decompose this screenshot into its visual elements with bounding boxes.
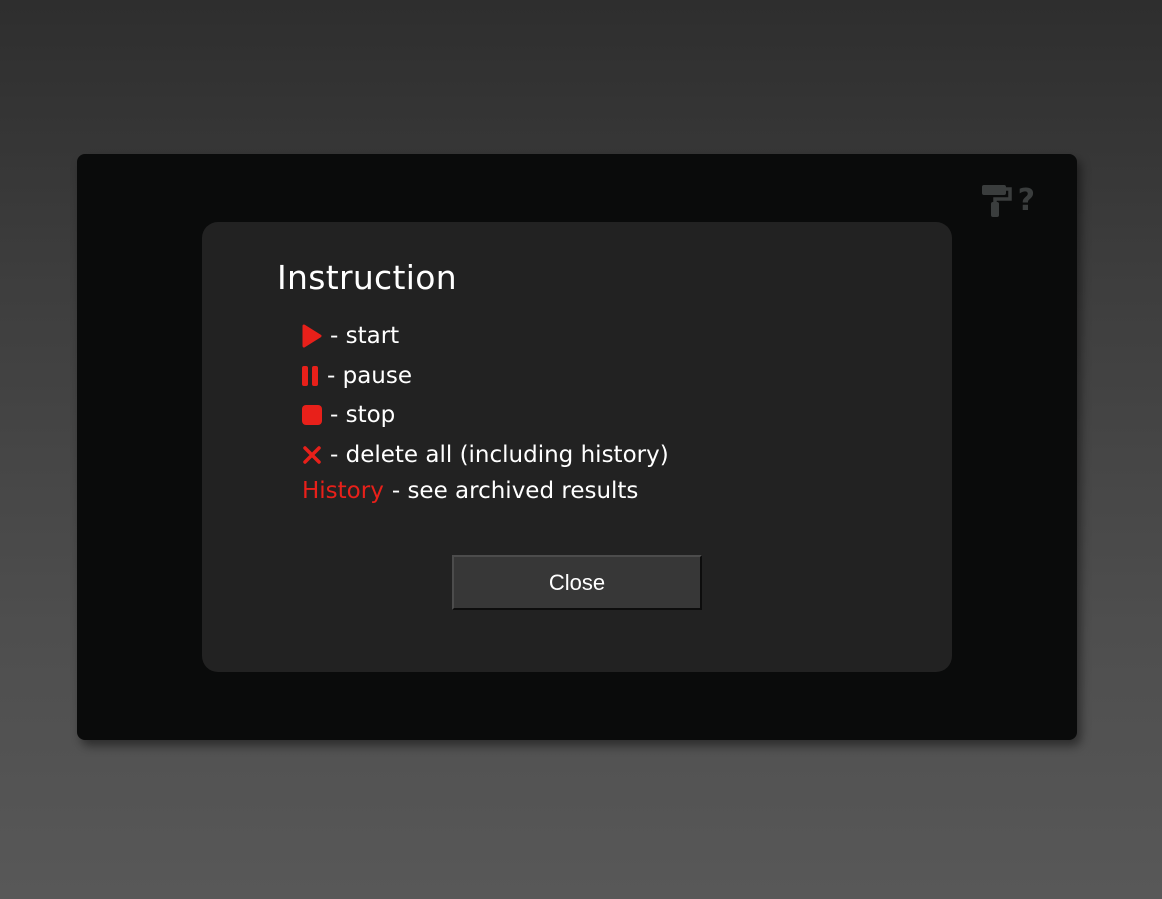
- instruction-item-delete: - delete all (including history): [302, 439, 669, 471]
- toolbar: ?: [981, 184, 1035, 218]
- instruction-text: - start: [330, 323, 400, 349]
- instruction-item-start: - start: [302, 320, 669, 352]
- instruction-text: - pause: [327, 362, 413, 389]
- instruction-item-pause: - pause: [302, 360, 669, 392]
- pause-icon: [302, 365, 319, 386]
- close-x-icon: [302, 445, 322, 465]
- stop-icon: [302, 405, 322, 425]
- paint-roller-icon[interactable]: [981, 185, 1012, 217]
- instruction-text: - stop: [330, 402, 396, 428]
- instruction-text: - delete all (including history): [330, 441, 669, 468]
- instruction-dialog: Instruction - start - pause - stop - del…: [202, 222, 952, 672]
- play-icon: [302, 324, 322, 348]
- help-icon[interactable]: ?: [1018, 184, 1035, 218]
- instruction-list: - start - pause - stop - delete all (inc…: [302, 320, 669, 507]
- close-button[interactable]: Close: [452, 555, 702, 610]
- instruction-item-history: History - see archived results: [302, 475, 669, 507]
- instruction-text: - see archived results: [391, 478, 639, 504]
- dialog-title: Instruction: [277, 258, 457, 297]
- instruction-item-stop: - stop: [302, 399, 669, 431]
- history-keyword: History: [302, 478, 384, 504]
